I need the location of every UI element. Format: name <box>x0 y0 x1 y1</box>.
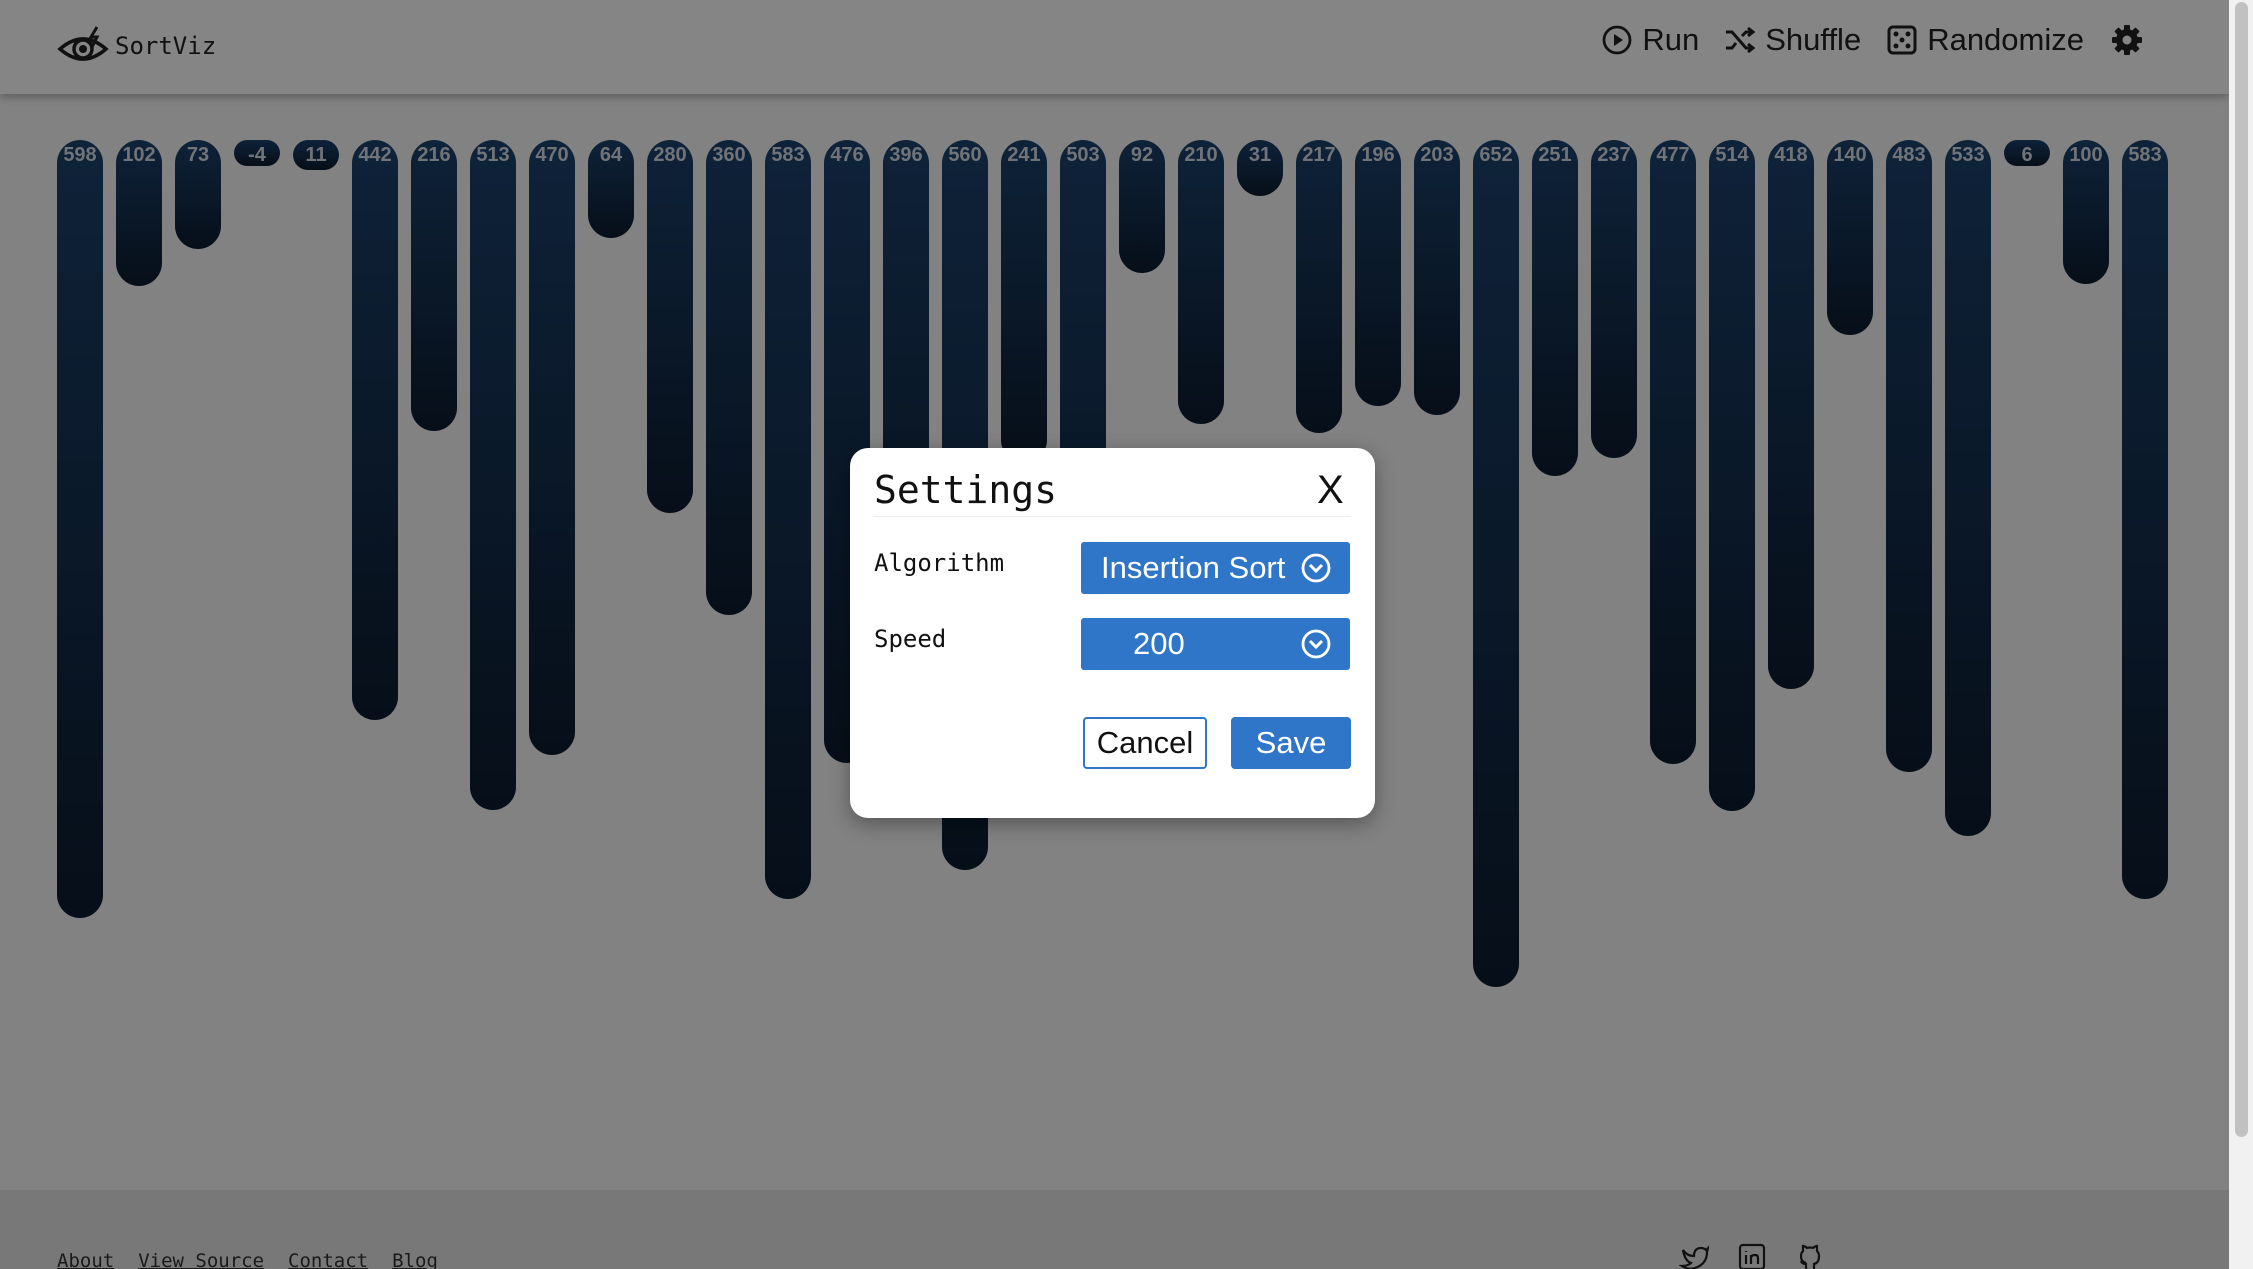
algorithm-select-value: Insertion Sort <box>1101 550 1286 585</box>
settings-modal: Settings X Algorithm Insertion Sort Spee… <box>850 448 1375 818</box>
close-button[interactable]: X <box>1317 468 1344 513</box>
speed-select[interactable]: 200 <box>1081 618 1350 670</box>
speed-label: Speed <box>874 625 947 653</box>
scrollbar[interactable] <box>2229 0 2253 1269</box>
algorithm-select[interactable]: Insertion Sort <box>1081 542 1350 594</box>
chevron-down-circle-icon <box>1301 629 1331 659</box>
cancel-button[interactable]: Cancel <box>1083 717 1207 769</box>
speed-select-value: 200 <box>1133 626 1185 661</box>
scrollbar-thumb[interactable] <box>2235 2 2248 1137</box>
modal-title: Settings <box>874 468 1058 512</box>
chevron-down-circle-icon <box>1301 553 1331 583</box>
modal-divider <box>874 516 1351 517</box>
algorithm-label: Algorithm <box>874 549 1005 577</box>
save-button[interactable]: Save <box>1231 717 1351 769</box>
